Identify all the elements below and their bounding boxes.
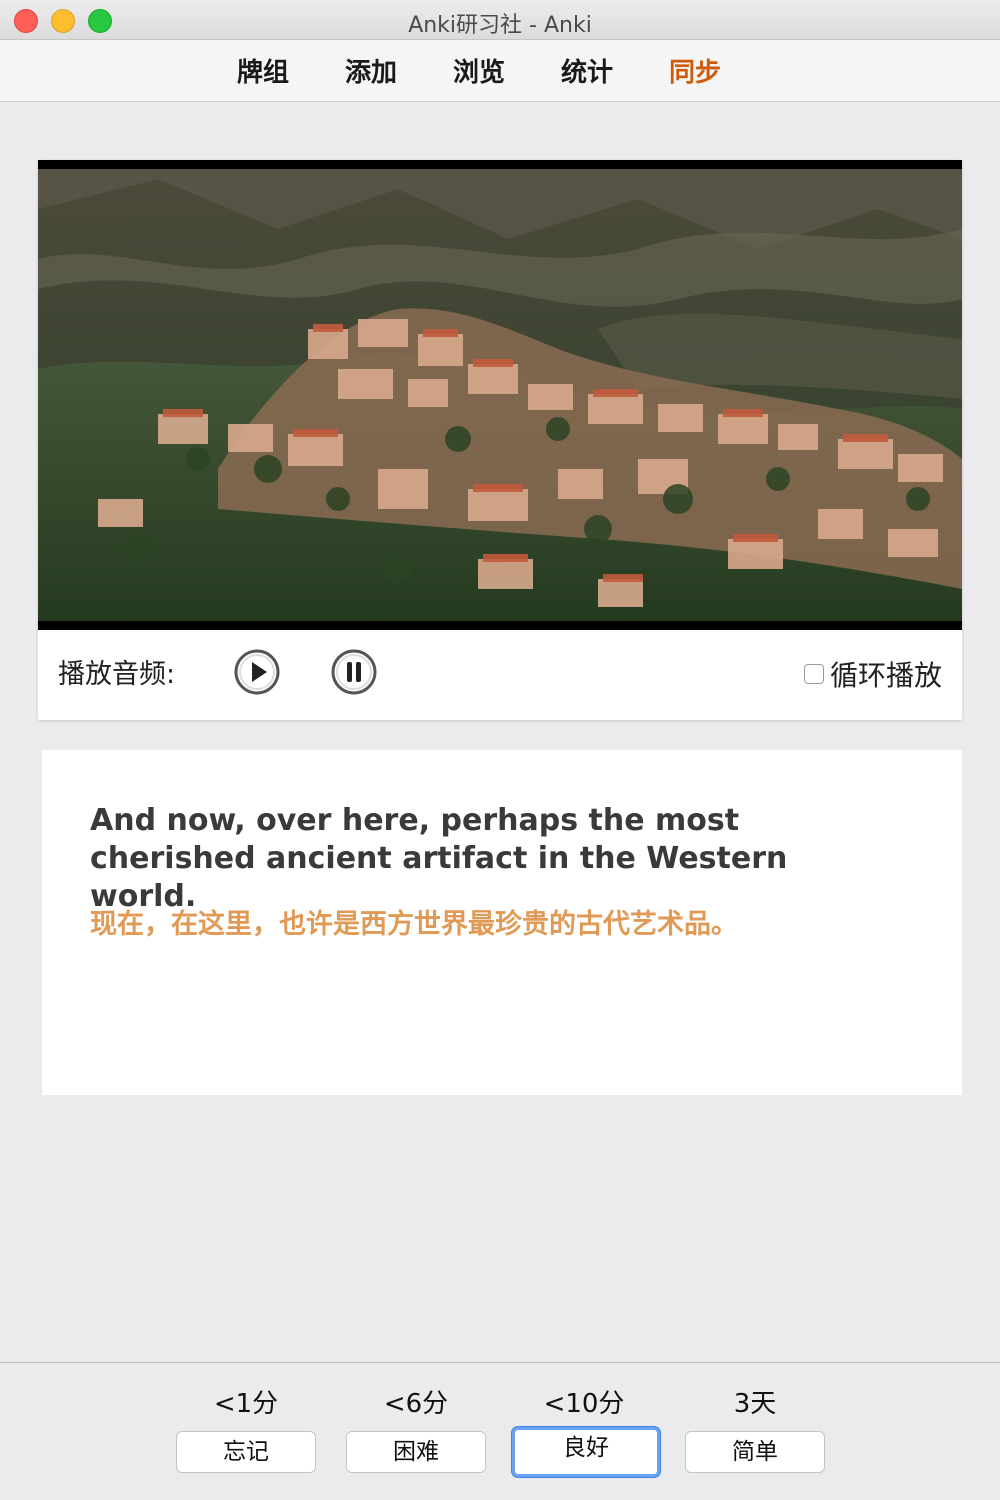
pause-icon[interactable] [330,648,378,696]
tab-browse[interactable]: 浏览 [453,52,505,89]
loop-checkbox[interactable] [803,664,824,684]
easy-button[interactable]: 简单 [685,1431,825,1473]
chinese-translation: 现在，在这里，也许是西方世界最珍贵的古代艺术品。 [90,909,738,940]
window-title: Anki研习社 - Anki [408,13,592,38]
loop-label: 循环播放 [829,659,942,692]
answer-bar: <1分 <6分 <10分 3天 忘记 困难 良好 简单 [0,1362,1000,1500]
again-button[interactable]: 忘记 [176,1431,316,1473]
title-bar: Anki研习社 - Anki [0,0,1000,40]
play-icon[interactable] [233,648,281,696]
main-toolbar: 牌组 添加 浏览 统计 同步 [0,40,1000,102]
video-card: 播放音频: 循环播放 [38,160,962,720]
interval-easy: 3天 [733,1389,777,1419]
hard-button[interactable]: 困难 [346,1431,486,1473]
tab-stats[interactable]: 统计 [561,52,613,89]
interval-again: <1分 [213,1389,279,1419]
interval-hard: <6分 [383,1389,449,1419]
anki-window: Anki研习社 - Anki 牌组 添加 浏览 统计 同步 播放音频: 循环播放… [0,0,1000,1500]
video-frame [38,169,962,621]
audio-label: 播放音频: [58,659,176,690]
loop-toggle[interactable]: 循环播放 [803,654,942,694]
video-player[interactable] [38,160,962,630]
tab-add[interactable]: 添加 [345,52,397,89]
tab-sync[interactable]: 同步 [669,52,721,89]
answer-card: And now, over here, perhaps the most che… [42,750,962,1095]
english-sentence: And now, over here, perhaps the most che… [90,803,788,914]
good-button[interactable]: 良好 [512,1427,660,1477]
tab-decks[interactable]: 牌组 [237,52,289,89]
interval-good: <10分 [543,1389,625,1419]
